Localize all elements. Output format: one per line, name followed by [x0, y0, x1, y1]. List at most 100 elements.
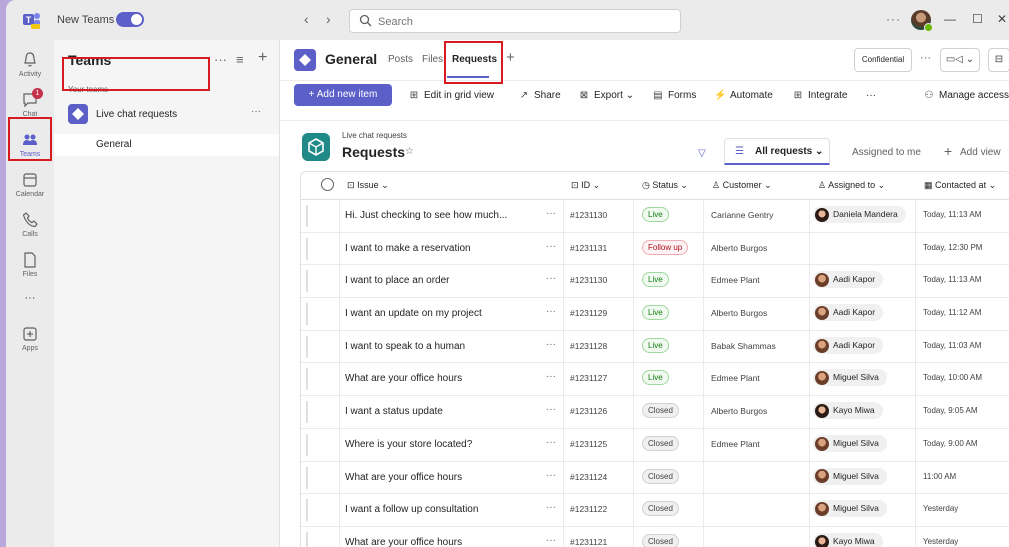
table-row[interactable]: What are your office hours ··· #1231127 Liv… [301, 363, 1009, 397]
rail-item-calls[interactable]: Calls [6, 206, 54, 246]
assignee-chip[interactable]: Miguel Silva [813, 369, 887, 387]
column-separator [703, 298, 704, 330]
assignee-chip[interactable]: Aadi Kapor [813, 271, 884, 289]
table-row[interactable]: I want to place an order ··· #1231130 Live E… [301, 265, 1009, 299]
column-label: Assigned to [828, 180, 876, 190]
row-more-icon[interactable]: ··· [546, 241, 556, 252]
row-more-icon[interactable]: ··· [546, 404, 556, 415]
assignee-chip[interactable]: Kayo Miwa [813, 532, 883, 547]
issue-cell[interactable]: What are your office hours [345, 472, 462, 483]
open-side-panel-icon[interactable]: ⊟ [988, 48, 1009, 72]
row-more-icon[interactable]: ··· [546, 273, 556, 284]
assignee-chip[interactable]: Miguel Silva [813, 467, 887, 485]
column-contacted-at[interactable]: ▦ Contacted at ⌄ [924, 180, 996, 191]
issue-cell[interactable]: I want a follow up consultation [345, 504, 478, 515]
rail-item-apps[interactable]: Apps [6, 320, 54, 360]
user-avatar[interactable] [911, 10, 933, 32]
rail-item-calendar[interactable]: Calendar [6, 166, 54, 206]
tab-files[interactable]: Files [422, 54, 443, 65]
person-column-icon: ♙ [712, 180, 721, 190]
tab-posts[interactable]: Posts [388, 54, 413, 65]
assignee-chip[interactable]: Daniela Mandera [813, 206, 906, 223]
assignee-chip[interactable]: Aadi Kapor [813, 304, 884, 322]
assignee-chip[interactable]: Aadi Kapor [813, 336, 884, 354]
new-teams-toggle[interactable] [116, 12, 144, 27]
row-more-icon[interactable]: ··· [546, 437, 556, 448]
team-more-icon[interactable]: ··· [251, 106, 261, 117]
add-tab-icon[interactable]: + [506, 49, 515, 66]
row-more-icon[interactable]: ··· [546, 470, 556, 481]
table-row[interactable]: I want to speak to a human ··· #1231128 Liv… [301, 330, 1009, 364]
automate-button[interactable]: ⚡ Automate [714, 90, 773, 101]
table-row[interactable]: Where is your store located? ··· #1231125 C… [301, 428, 1009, 462]
assignee-chip[interactable]: Kayo Miwa [813, 402, 883, 420]
forms-button[interactable]: ▤ Forms [652, 90, 696, 101]
row-more-icon[interactable]: ··· [546, 339, 556, 350]
column-issue[interactable]: ⊡ Issue ⌄ [347, 180, 389, 191]
rail-item-activity[interactable]: Activity [6, 46, 54, 86]
table-row[interactable]: Hi. Just checking to see how much... ··· #… [301, 200, 1009, 233]
add-new-item-button[interactable]: + Add new item [294, 84, 392, 106]
team-item-live-chat-requests[interactable]: Live chat requests ··· [54, 98, 279, 130]
integrate-button[interactable]: ⊞ Integrate [792, 90, 848, 101]
issue-cell[interactable]: I want to place an order [345, 275, 450, 286]
row-more-icon[interactable]: ··· [546, 502, 556, 513]
teams-more-icon[interactable]: ··· [214, 52, 227, 67]
toolbar-more-icon[interactable]: ··· [866, 90, 876, 101]
issue-cell[interactable]: Where is your store located? [345, 439, 472, 450]
close-icon[interactable]: ✕ [997, 12, 1007, 26]
table-row[interactable]: I want a follow up consultation ··· #12311… [301, 494, 1009, 527]
share-button[interactable]: ↗ Share [518, 90, 561, 101]
column-assigned-to[interactable]: ♙ Assigned to ⌄ [818, 180, 885, 191]
issue-cell[interactable]: What are your office hours [345, 537, 462, 547]
manage-access-button[interactable]: ⚇ Manage access [923, 90, 1009, 101]
table-row[interactable]: What are your office hours ··· #1231121 Clo… [301, 526, 1009, 547]
row-more-icon[interactable]: ··· [546, 208, 556, 219]
column-id[interactable]: ⊡ ID ⌄ [571, 180, 600, 191]
view-assigned-to-me[interactable]: Assigned to me [852, 147, 921, 158]
header-more-icon[interactable]: ··· [920, 52, 931, 64]
filter-icon[interactable]: ▽ [698, 148, 706, 159]
assignee-chip[interactable]: Miguel Silva [813, 434, 887, 452]
favorite-star-icon[interactable]: ☆ [405, 146, 414, 157]
sensitivity-label[interactable]: Confidential [854, 48, 912, 72]
meet-button[interactable]: ▭◁ ⌄ [940, 48, 980, 72]
channel-name: General [96, 139, 132, 150]
issue-cell[interactable]: What are your office hours [345, 373, 462, 384]
table-row[interactable]: What are your office hours ··· #1231124 Clo… [301, 461, 1009, 495]
row-more-icon[interactable]: ··· [546, 371, 556, 382]
search-input[interactable] [376, 13, 670, 30]
filter-icon[interactable]: ≡ [236, 52, 244, 67]
forward-arrow-icon[interactable]: › [326, 11, 331, 27]
back-arrow-icon[interactable]: ‹ [304, 11, 309, 27]
select-all-checkbox[interactable] [321, 178, 334, 191]
issue-cell[interactable]: I want to speak to a human [345, 341, 465, 352]
column-customer[interactable]: ♙ Customer ⌄ [712, 180, 772, 191]
issue-cell[interactable]: I want a status update [345, 406, 443, 417]
search-box[interactable] [349, 9, 681, 33]
assignee-chip[interactable]: Miguel Silva [813, 500, 887, 518]
issue-cell[interactable]: I want to make a reservation [345, 243, 471, 254]
issue-cell[interactable]: Hi. Just checking to see how much... [345, 210, 507, 221]
add-view-icon[interactable]: + [944, 143, 952, 159]
row-more-icon[interactable]: ··· [546, 306, 556, 317]
table-row[interactable]: I want an update on my project ··· #123112… [301, 298, 1009, 331]
export-button[interactable]: ⊠ Export ⌄ [578, 90, 634, 101]
titlebar-more-icon[interactable]: ··· [886, 12, 901, 26]
minimize-icon[interactable]: — [944, 12, 956, 26]
rail-item-files[interactable]: Files [6, 246, 54, 286]
channel-diamond-icon [294, 49, 316, 71]
table-row[interactable]: I want to make a reservation ··· #1231131 F… [301, 232, 1009, 266]
list-app-icon [302, 133, 330, 161]
view-all-requests[interactable]: ☰ All requests ⌄ [724, 138, 830, 165]
add-team-icon[interactable]: + [258, 49, 267, 67]
edit-grid-button[interactable]: ⊞ Edit in grid view [408, 90, 494, 101]
issue-cell[interactable]: I want an update on my project [345, 308, 482, 319]
add-view-button[interactable]: Add view [960, 147, 1001, 158]
maximize-icon[interactable]: ☐ [972, 12, 983, 26]
channel-item-general[interactable]: General [54, 134, 279, 156]
row-more-icon[interactable]: ··· [546, 535, 556, 546]
title-bar: T New Teams ‹ › ··· — ☐ ✕ [6, 0, 1009, 40]
column-status[interactable]: ◷ Status ⌄ [642, 180, 688, 191]
table-row[interactable]: I want a status update ··· #1231126 Closed A… [301, 396, 1009, 429]
